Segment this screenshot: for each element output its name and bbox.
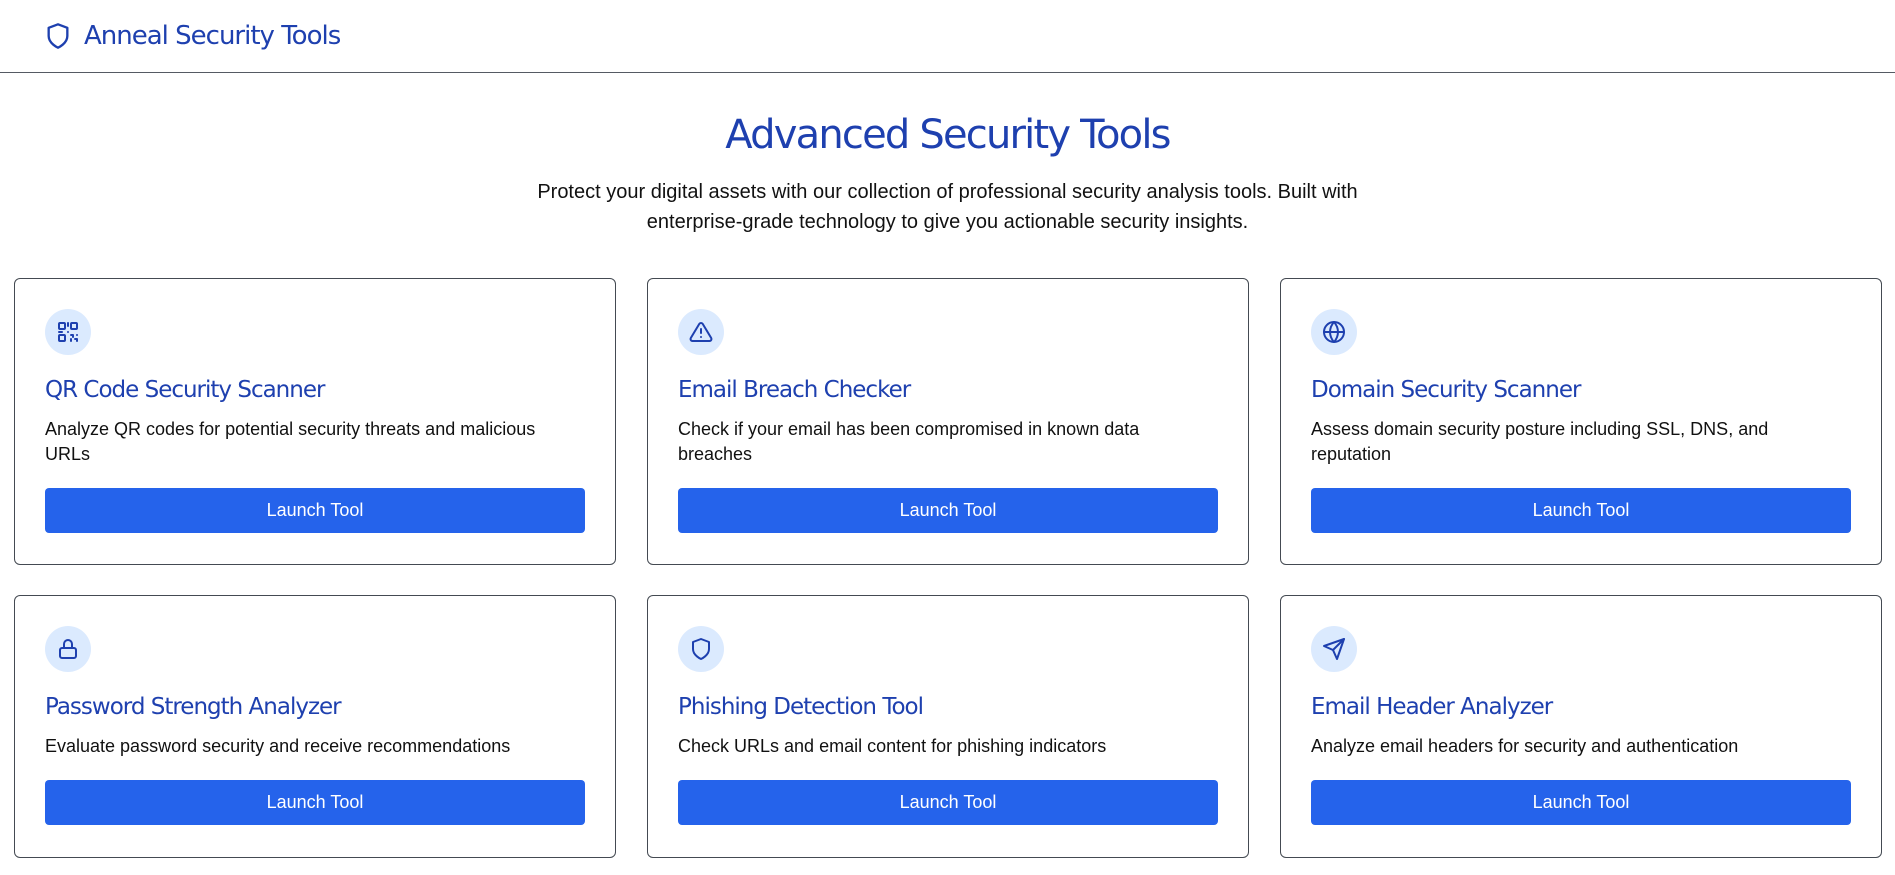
tool-description: Evaluate password security and receive r… xyxy=(45,736,511,756)
top-navbar: Anneal Security Tools xyxy=(0,0,1895,73)
tool-title: Email Header Analyzer xyxy=(1311,694,1553,720)
tool-description: Assess domain security posture including… xyxy=(1311,419,1769,464)
tool-title: Phishing Detection Tool xyxy=(678,694,924,720)
tool-title: QR Code Security Scanner xyxy=(45,377,325,403)
launch-tool-button[interactable]: Launch Tool xyxy=(1311,488,1851,533)
tool-card-email-breach: Email Breach Checker Check if your email… xyxy=(647,278,1249,565)
brand-link[interactable]: Anneal Security Tools xyxy=(44,21,341,51)
qr-code-icon xyxy=(45,309,91,355)
brand-name: Anneal Security Tools xyxy=(84,21,341,51)
page-subtitle: Protect your digital assets with our col… xyxy=(537,181,1358,233)
tools-grid: QR Code Security Scanner Analyze QR code… xyxy=(14,278,1883,858)
tool-description: Analyze QR codes for potential security … xyxy=(45,419,536,464)
globe-icon xyxy=(1311,309,1357,355)
launch-tool-button[interactable]: Launch Tool xyxy=(678,488,1218,533)
hero-section: Advanced Security Tools Protect your dig… xyxy=(0,73,1895,237)
tool-card-domain-scanner: Domain Security Scanner Assess domain se… xyxy=(1280,278,1882,565)
shield-icon xyxy=(678,626,724,672)
tool-description: Check if your email has been compromised… xyxy=(678,419,1140,464)
send-icon xyxy=(1311,626,1357,672)
tool-description: Analyze email headers for security and a… xyxy=(1311,736,1739,756)
tool-card-phishing-detection: Phishing Detection Tool Check URLs and e… xyxy=(647,595,1249,858)
tool-title: Email Breach Checker xyxy=(678,377,911,403)
shield-icon xyxy=(44,22,72,50)
page-title: Advanced Security Tools xyxy=(725,112,1171,158)
tool-card-password-analyzer: Password Strength Analyzer Evaluate pass… xyxy=(14,595,616,858)
tool-title: Domain Security Scanner xyxy=(1311,377,1581,403)
lock-icon xyxy=(45,626,91,672)
alert-triangle-icon xyxy=(678,309,724,355)
tool-card-qr-scanner: QR Code Security Scanner Analyze QR code… xyxy=(14,278,616,565)
launch-tool-button[interactable]: Launch Tool xyxy=(45,488,585,533)
tool-title: Password Strength Analyzer xyxy=(45,694,342,720)
tool-description: Check URLs and email content for phishin… xyxy=(678,736,1107,756)
launch-tool-button[interactable]: Launch Tool xyxy=(1311,780,1851,825)
launch-tool-button[interactable]: Launch Tool xyxy=(45,780,585,825)
launch-tool-button[interactable]: Launch Tool xyxy=(678,780,1218,825)
tool-card-email-header: Email Header Analyzer Analyze email head… xyxy=(1280,595,1882,858)
